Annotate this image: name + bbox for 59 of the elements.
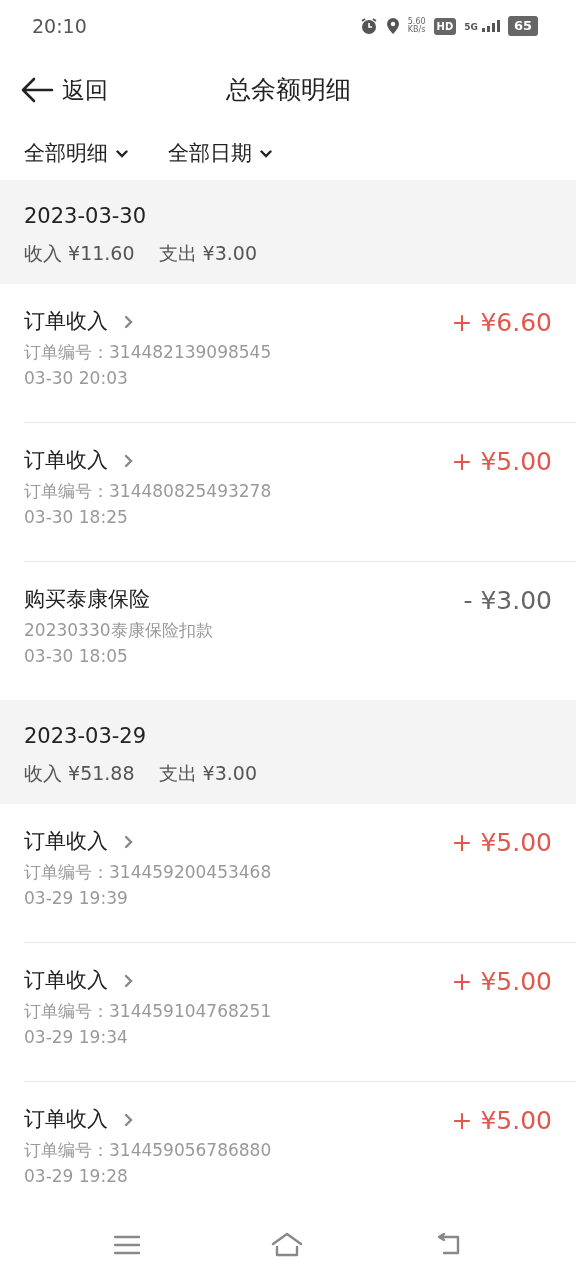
expense-total: 支出 ¥3.00	[158, 761, 257, 787]
page-title: 总余额明细	[225, 74, 351, 107]
transaction-detail: 订单编号：314459104768251	[24, 1000, 272, 1023]
transaction-amount: + ¥5.00	[451, 447, 552, 477]
filter-dropdown[interactable]: 全部明细	[24, 138, 128, 170]
transaction-amount: + ¥5.00	[451, 1106, 552, 1136]
transaction-detail: 订单编号：314459056786880	[24, 1139, 272, 1162]
chevron-right-icon	[124, 973, 133, 988]
transaction-time: 03-29 19:39	[24, 887, 129, 910]
transaction-time: 03-29 19:28	[24, 1165, 129, 1188]
transaction-time: 03-30 18:05	[24, 645, 129, 668]
transaction-title: 订单收入	[24, 967, 108, 994]
signal-icon	[481, 20, 500, 32]
chevron-right-icon	[124, 1112, 133, 1127]
transaction-detail: 20230330泰康保险扣款	[24, 619, 213, 642]
transaction-row[interactable]: 订单收入 订单编号：314459056786880 03-29 19:28 + ¥5.00	[0, 1082, 576, 1220]
transaction-row[interactable]: 购买泰康保险 20230330泰康保险扣款 03-30 18:05 - ¥3.00	[0, 562, 576, 700]
transaction-title: 订单收入	[24, 828, 108, 855]
transaction-row[interactable]: 订单收入 订单编号：314480825493278 03-30 18:25 + ¥5.00	[0, 423, 576, 561]
transaction-detail: 订单编号：314459200453468	[24, 861, 272, 884]
transaction-title: 购买泰康保险	[24, 586, 150, 613]
income-total: 收入 ¥11.60	[24, 241, 135, 267]
network-type: 5G	[464, 23, 478, 32]
battery-indicator: 65	[507, 16, 538, 36]
chevron-right-icon	[124, 314, 133, 329]
alarm-icon	[359, 17, 378, 35]
transaction-amount: - ¥3.00	[463, 586, 552, 616]
transaction-title: 订单收入	[24, 447, 108, 474]
transaction-time: 03-30 18:25	[24, 506, 129, 529]
back-arrow-icon	[20, 77, 54, 103]
transaction-amount: + ¥5.00	[451, 967, 552, 997]
transaction-time: 03-30 20:03	[24, 367, 129, 390]
chevron-right-icon	[124, 834, 133, 849]
chevron-right-icon	[124, 453, 133, 468]
transaction-detail: 订单编号：314480825493278	[24, 480, 272, 503]
menu-icon[interactable]	[113, 1235, 140, 1255]
transaction-title: 订单收入	[24, 308, 108, 335]
caret-icon	[116, 150, 128, 158]
location-icon	[385, 17, 400, 35]
group-date: 2023-03-29	[24, 724, 148, 750]
transaction-row[interactable]: 订单收入 订单编号：314459104768251 03-29 19:34 + ¥5.00	[0, 943, 576, 1081]
transaction-amount: + ¥5.00	[451, 828, 552, 858]
transaction-title: 订单收入	[24, 1106, 108, 1133]
transaction-detail: 订单编号：314482139098545	[24, 341, 272, 364]
hd-badge: HD	[433, 17, 457, 35]
speed-unit: KB/s	[407, 26, 426, 34]
network-speed: 5.60	[407, 18, 426, 26]
transaction-row[interactable]: 订单收入 订单编号：314482139098545 03-30 20:03 + ¥6.60	[0, 284, 576, 422]
filter-dropdown[interactable]: 全部日期	[168, 138, 272, 170]
transaction-row[interactable]: 订单收入 订单编号：314459200453468 03-29 19:39 + ¥5.00	[0, 804, 576, 942]
transaction-time: 03-29 19:34	[24, 1026, 129, 1049]
back-button[interactable]: 返回	[0, 72, 108, 108]
status-time: 20:10	[32, 13, 87, 39]
income-total: 收入 ¥51.88	[24, 761, 135, 787]
caret-icon	[260, 150, 272, 158]
group-date: 2023-03-30	[24, 204, 148, 230]
expense-total: 支出 ¥3.00	[158, 241, 257, 267]
transaction-amount: + ¥6.60	[451, 308, 552, 338]
home-icon[interactable]	[271, 1232, 303, 1258]
